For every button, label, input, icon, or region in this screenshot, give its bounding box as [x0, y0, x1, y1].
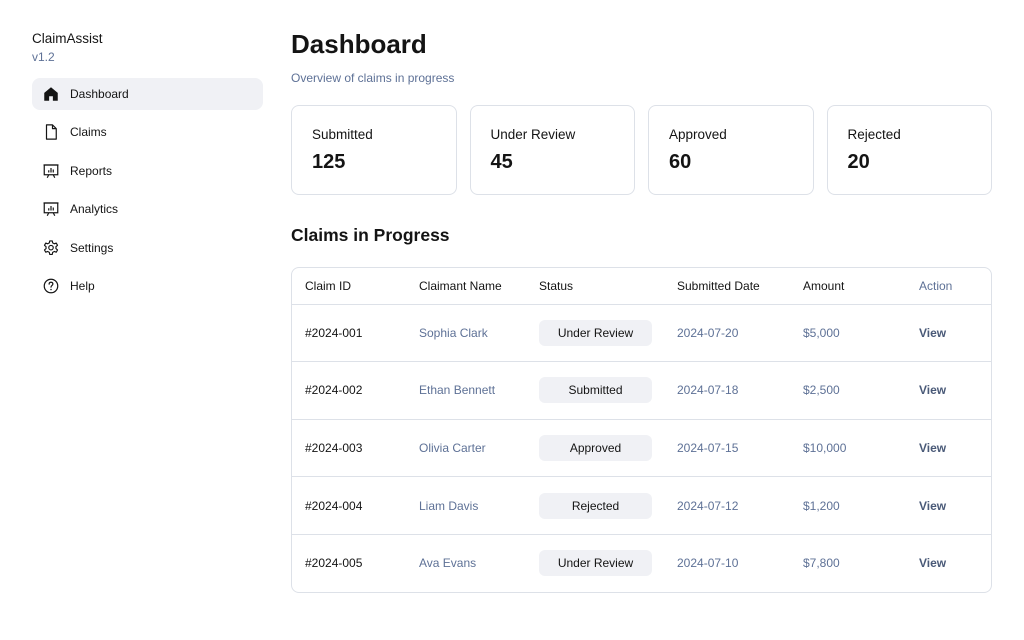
page-title: Dashboard — [291, 29, 427, 59]
view-link[interactable]: View — [919, 556, 946, 570]
sidebar-item-dashboard[interactable]: Dashboard — [32, 78, 263, 110]
sidebar-item-reports[interactable]: Reports — [32, 155, 263, 187]
claimant-name-cell: Olivia Carter — [406, 419, 526, 478]
section-title: Claims in Progress — [291, 225, 450, 245]
presentation-chart-icon — [42, 200, 60, 218]
table-header-row: Claim ID Claimant Name Status Submitted … — [292, 268, 991, 305]
status-badge: Submitted — [539, 377, 652, 404]
stat-card-rejected: Rejected 20 — [826, 105, 992, 195]
table-row: #2024-003 Olivia Carter Approved 2024-07… — [292, 419, 991, 478]
sidebar-item-label: Reports — [70, 163, 113, 178]
stats-row: Submitted 125 Under Review 45 Approved 6… — [291, 105, 992, 195]
sidebar: ClaimAssist v1.2 Dashboard Claims Report… — [32, 30, 263, 308]
stat-card-approved: Approved 60 — [648, 105, 814, 195]
status-badge: Approved — [539, 434, 652, 461]
app-name: ClaimAssist — [32, 31, 103, 46]
column-header-action: Action — [906, 268, 991, 305]
amount-cell: $7,800 — [803, 556, 840, 571]
question-circle-icon — [42, 277, 60, 295]
stat-label: Under Review — [490, 127, 576, 142]
action-cell: View — [906, 534, 991, 592]
sidebar-item-settings[interactable]: Settings — [32, 232, 263, 264]
sidebar-item-label: Claims — [70, 125, 107, 140]
stat-value: 20 — [847, 151, 870, 173]
claims-table: Claim ID Claimant Name Status Submitted … — [292, 268, 991, 592]
column-header-claim-id: Claim ID — [292, 268, 406, 305]
claimant-name-cell: Ava Evans — [419, 556, 477, 571]
claimant-name-cell: Sophia Clark — [406, 304, 526, 363]
stat-label: Rejected — [847, 127, 901, 142]
view-link[interactable]: View — [919, 499, 946, 513]
home-icon — [42, 85, 60, 103]
sidebar-item-label: Settings — [70, 240, 114, 255]
status-badge: Under Review — [539, 319, 652, 346]
claim-id-cell: #2024-004 — [292, 476, 406, 535]
action-cell: View — [906, 304, 991, 363]
submitted-date-cell: 2024-07-20 — [664, 304, 790, 363]
status-badge: Rejected — [539, 492, 652, 519]
status-cell: Rejected — [526, 476, 664, 535]
sidebar-item-label: Help — [70, 278, 95, 293]
stat-label: Submitted — [312, 127, 373, 142]
claims-table-container: Claim ID Claimant Name Status Submitted … — [291, 267, 992, 593]
claim-id-cell: #2024-003 — [292, 419, 406, 478]
action-cell: View — [906, 361, 991, 420]
claimant-name-cell: Ethan Bennett — [406, 361, 526, 420]
app-root: ClaimAssist v1.2 Dashboard Claims Report… — [0, 0, 1024, 640]
amount-cell: $10,000 — [790, 419, 906, 478]
column-header-claimant-name: Claimant Name — [406, 268, 526, 305]
table-row: #2024-005 Ava Evans Under Review 2024-07… — [292, 534, 991, 592]
table-row: #2024-002 Ethan Bennett Submitted 2024-0… — [292, 361, 991, 420]
status-badge: Under Review — [539, 550, 652, 577]
submitted-date-cell: 2024-07-12 — [664, 476, 790, 535]
claimant-name-cell: Liam Davis — [406, 476, 526, 535]
column-header-status: Status — [526, 268, 664, 305]
action-cell: View — [906, 419, 991, 478]
page-subtitle: Overview of claims in progress — [291, 71, 455, 85]
submitted-date-cell: 2024-07-18 — [664, 361, 790, 420]
claim-id-cell: #2024-005 — [305, 556, 363, 571]
gear-icon — [42, 239, 60, 257]
main-content: Dashboard Overview of claims in progress… — [291, 28, 992, 593]
column-header-amount: Amount — [790, 268, 906, 305]
status-cell: Under Review — [526, 304, 664, 363]
amount-cell: $2,500 — [790, 361, 906, 420]
stat-value: 60 — [669, 151, 692, 173]
view-link[interactable]: View — [919, 383, 946, 397]
document-icon — [42, 123, 60, 141]
table-row: #2024-004 Liam Davis Rejected 2024-07-12… — [292, 476, 991, 535]
view-link[interactable]: View — [919, 441, 946, 455]
status-cell: Under Review — [526, 534, 664, 592]
sidebar-nav: Dashboard Claims Reports Analytics Setti… — [32, 78, 263, 302]
sidebar-item-label: Dashboard — [70, 87, 129, 101]
sidebar-item-claims[interactable]: Claims — [32, 116, 263, 148]
sidebar-item-label: Analytics — [70, 202, 119, 217]
sidebar-item-help[interactable]: Help — [32, 270, 263, 302]
amount-cell: $1,200 — [790, 476, 906, 535]
amount-cell: $5,000 — [790, 304, 906, 363]
claim-id-cell: #2024-002 — [292, 361, 406, 420]
app-version: v1.2 — [32, 50, 55, 64]
status-cell: Approved — [526, 419, 664, 478]
action-cell: View — [906, 476, 991, 535]
sidebar-item-analytics[interactable]: Analytics — [32, 193, 263, 225]
stat-card-submitted: Submitted 125 — [291, 105, 457, 195]
status-cell: Submitted — [526, 361, 664, 420]
claim-id-cell: #2024-001 — [292, 304, 406, 363]
submitted-date-cell: 2024-07-10 — [677, 556, 739, 571]
submitted-date-cell: 2024-07-15 — [664, 419, 790, 478]
stat-label: Approved — [669, 127, 727, 142]
table-row: #2024-001 Sophia Clark Under Review 2024… — [292, 304, 991, 363]
stat-value: 45 — [490, 151, 513, 173]
column-header-submitted-date: Submitted Date — [664, 268, 790, 305]
stat-card-under-review: Under Review 45 — [469, 105, 635, 195]
presentation-chart-icon — [42, 162, 60, 180]
view-link[interactable]: View — [919, 326, 946, 340]
stat-value: 125 — [312, 151, 346, 173]
